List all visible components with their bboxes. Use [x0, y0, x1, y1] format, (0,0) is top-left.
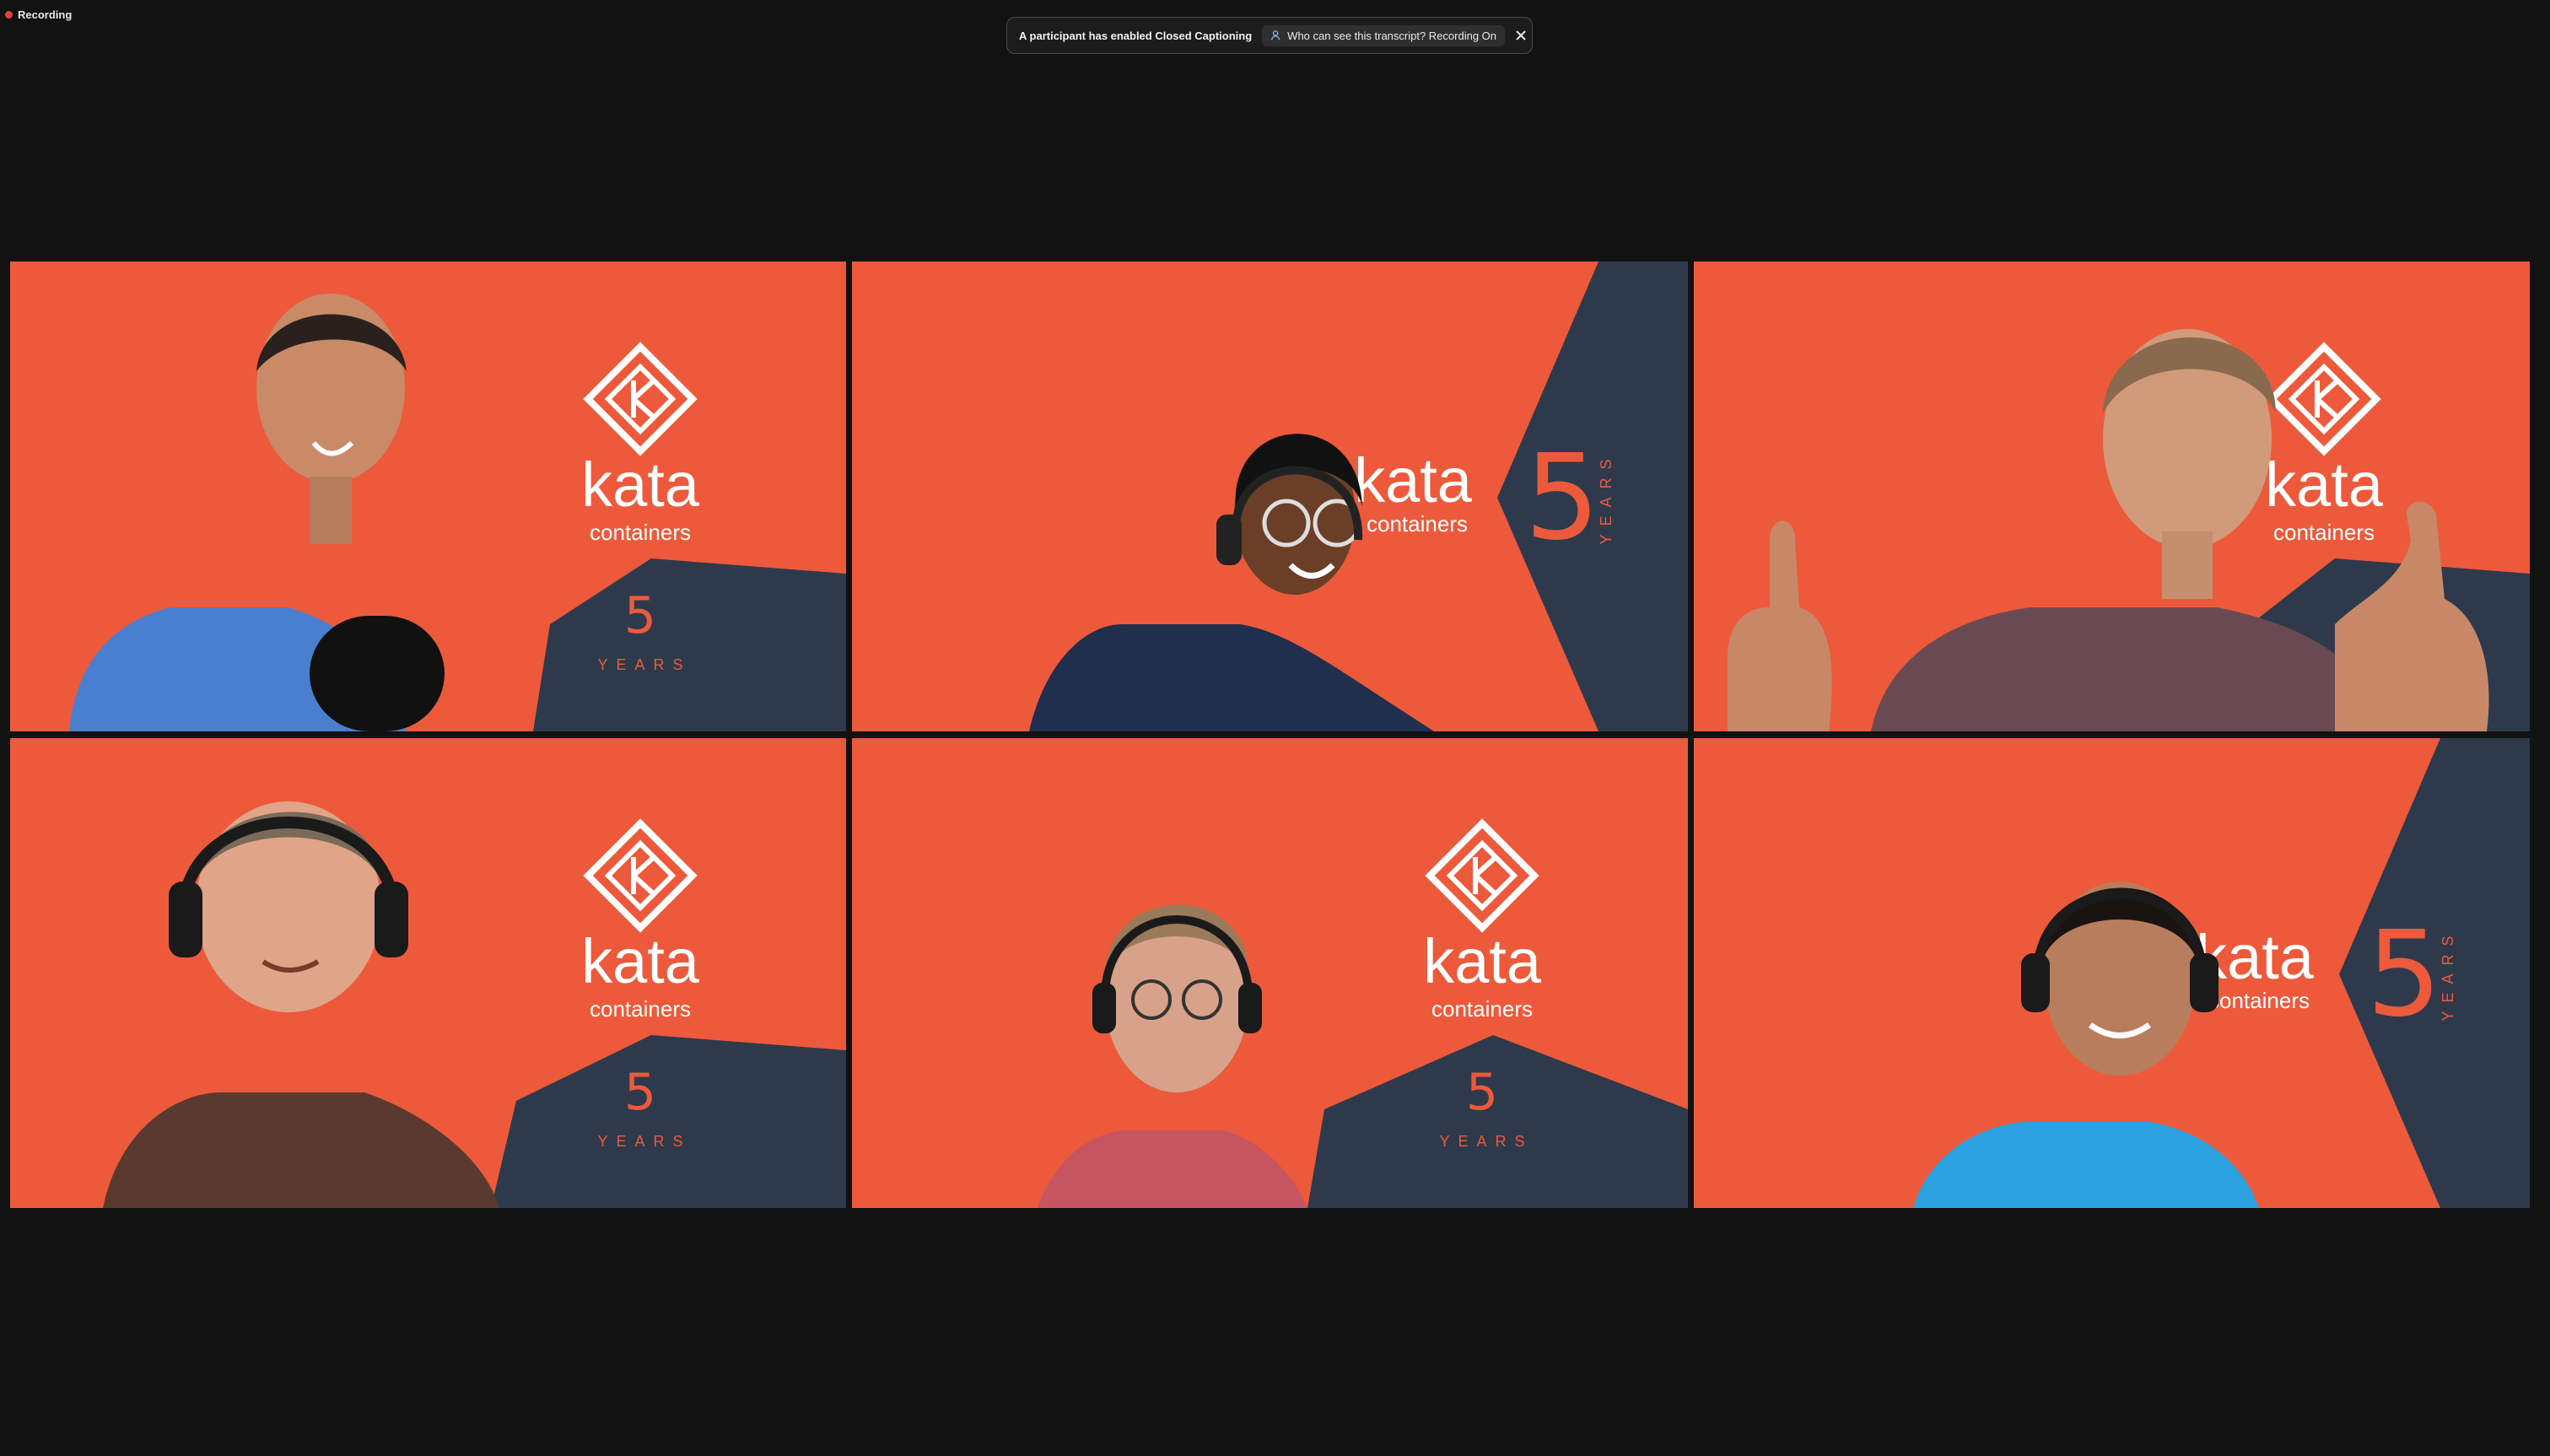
- video-tile-participant-6[interactable]: kata containers 5 YEARS: [1694, 738, 2530, 1208]
- containers-wordmark: containers: [1431, 996, 1533, 1022]
- video-tile-participant-1[interactable]: kata containers 5 YEARS: [10, 262, 846, 731]
- kata-wordmark: kata: [1423, 926, 1542, 996]
- tile-background: kata containers 5 YEARS: [10, 738, 846, 1208]
- video-tile-participant-5[interactable]: kata containers 5 YEARS: [852, 738, 1688, 1208]
- years-word: YEARS: [1598, 450, 1615, 544]
- tile-background: kata containers 5 YEARS: [852, 262, 1688, 731]
- containers-wordmark: containers: [590, 520, 691, 545]
- years-number: 5: [624, 586, 656, 645]
- video-tile-participant-4[interactable]: kata containers 5 YEARS: [10, 738, 846, 1208]
- video-tile-participant-3[interactable]: kata containers: [1694, 262, 2530, 731]
- video-grid: kata containers 5 YEARS kata containers …: [10, 262, 2530, 1208]
- closed-captioning-banner: A participant has enabled Closed Caption…: [1006, 17, 1533, 54]
- banner-message: A participant has enabled Closed Caption…: [1019, 29, 1253, 42]
- close-icon[interactable]: [1515, 26, 1527, 45]
- video-tile-participant-2[interactable]: kata containers 5 YEARS: [852, 262, 1688, 731]
- years-number: 5: [2366, 906, 2441, 1043]
- transcript-visibility-label: Who can see this transcript? Recording O…: [1287, 29, 1497, 42]
- recording-indicator: Recording: [5, 8, 72, 21]
- person-icon: [1271, 30, 1280, 40]
- microphone-icon: [310, 616, 445, 731]
- containers-wordmark: containers: [2273, 520, 2375, 545]
- tile-background: kata containers 5 YEARS: [1694, 738, 2530, 1208]
- years-number: 5: [624, 1063, 656, 1122]
- years-word: YEARS: [2439, 927, 2456, 1021]
- tile-background: kata containers 5 YEARS: [10, 262, 846, 731]
- recording-label: Recording: [18, 8, 73, 21]
- recording-dot-icon: [5, 11, 13, 19]
- years-word: YEARS: [597, 1133, 691, 1150]
- years-number: 5: [1524, 429, 1599, 567]
- kata-wordmark: kata: [581, 450, 700, 520]
- transcript-visibility-button[interactable]: Who can see this transcript? Recording O…: [1262, 24, 1506, 46]
- kata-wordmark: kata: [2265, 450, 2384, 520]
- containers-wordmark: containers: [590, 996, 691, 1022]
- containers-wordmark: containers: [1367, 511, 1468, 537]
- years-word: YEARS: [597, 656, 691, 673]
- kata-wordmark: kata: [1354, 445, 1473, 515]
- containers-wordmark: containers: [2208, 988, 2310, 1013]
- kata-wordmark: kata: [581, 926, 700, 996]
- years-number: 5: [1466, 1063, 1498, 1122]
- tile-background: kata containers: [1694, 262, 2530, 731]
- tile-background: kata containers 5 YEARS: [852, 738, 1688, 1208]
- years-word: YEARS: [1439, 1133, 1533, 1150]
